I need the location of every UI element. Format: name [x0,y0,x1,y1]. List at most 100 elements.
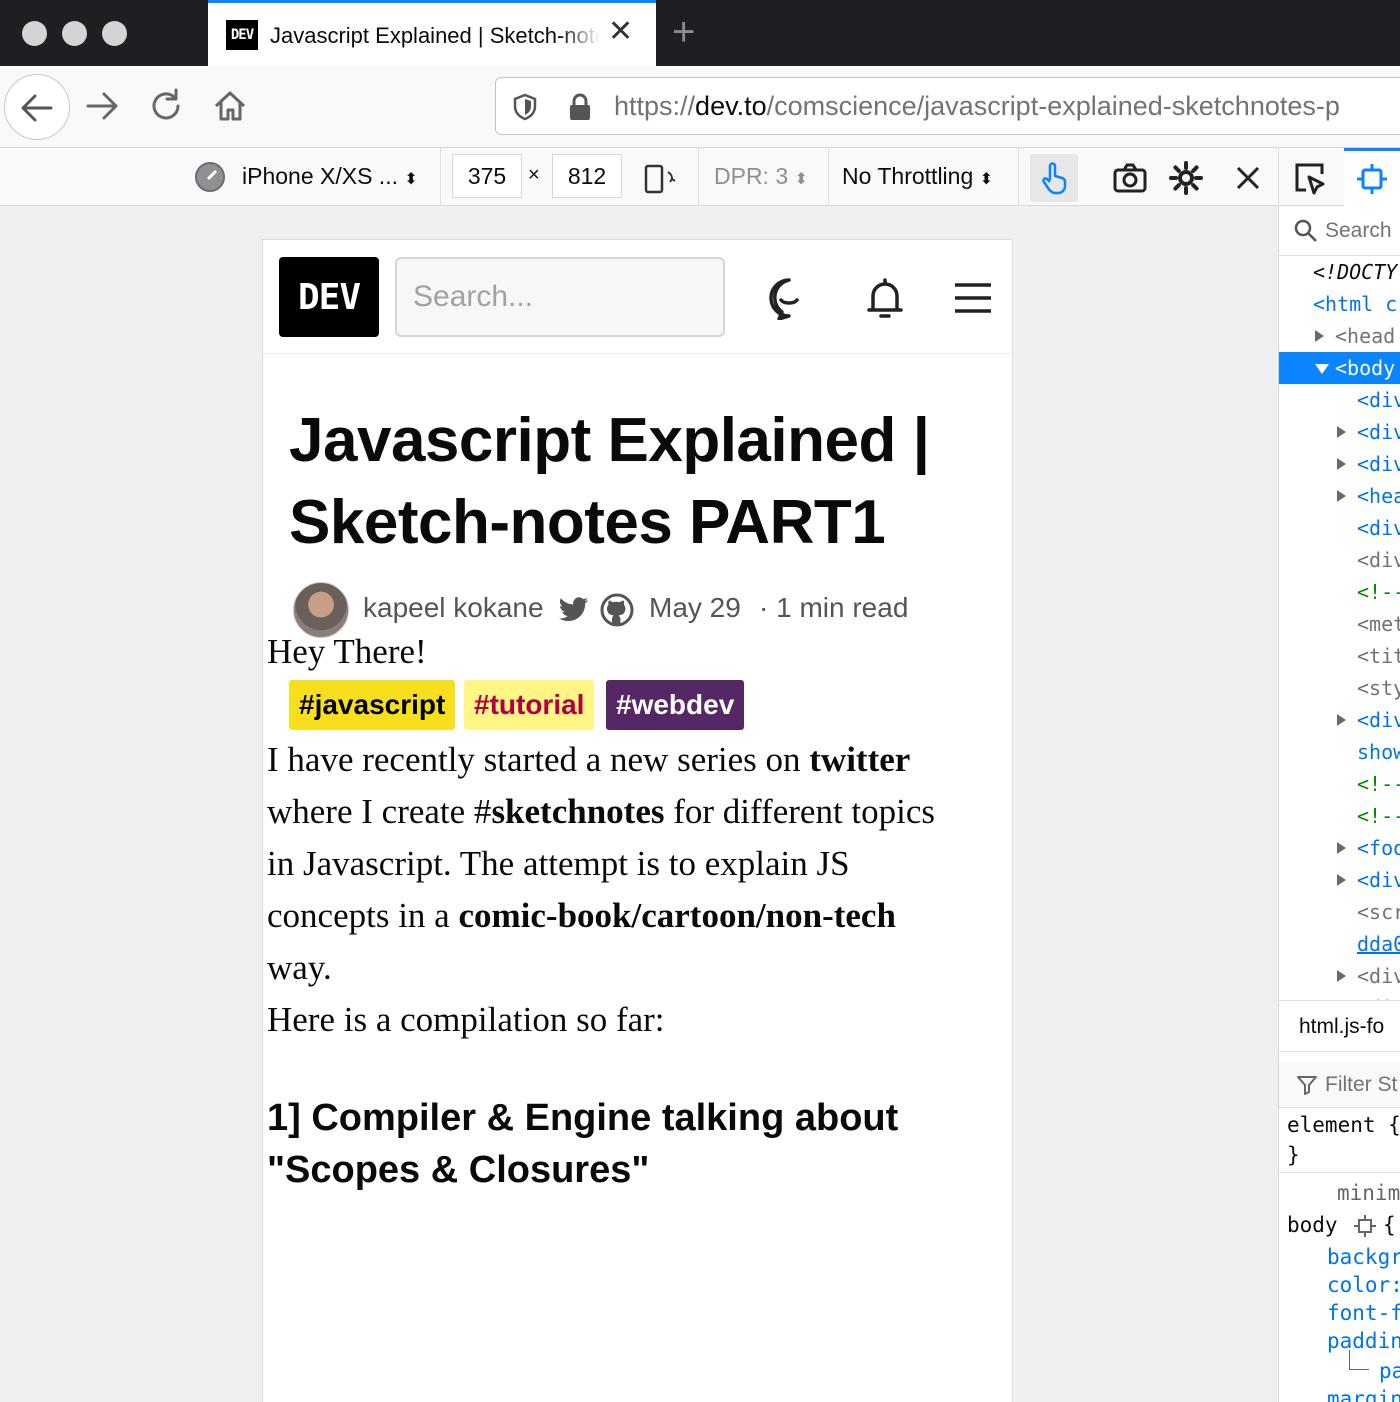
tab-close-icon[interactable]: ✕ [608,17,633,47]
throttling-value: No Throttling [842,163,974,189]
markup-node-text: <hea [1357,484,1400,508]
collapsed-triangle-icon[interactable] [1337,426,1346,438]
markup-search-box[interactable]: Search [1279,206,1400,256]
markup-node-text: <div [1357,388,1400,412]
body-rule-selector: body [1287,1213,1338,1237]
toolbar-divider [440,148,441,206]
collapsed-triangle-icon[interactable] [1337,970,1346,982]
collapsed-triangle-icon[interactable] [1337,874,1346,886]
bold-twitter: twitter [809,740,911,779]
rules-filter-box[interactable]: Filter St [1279,1062,1400,1108]
dimension-separator: × [528,164,540,186]
css-property[interactable]: margin [1327,1384,1400,1402]
collapsed-triangle-icon[interactable] [1337,842,1346,854]
compass-icon [195,162,225,192]
home-icon [214,91,246,121]
notifications-button[interactable] [861,274,909,322]
chat-bubble-icon [769,278,799,320]
url-host: dev.to [695,91,767,121]
device-selector-arrows-icon: ⬍ [404,171,418,188]
device-selector[interactable]: iPhone X/XS ... ⬍ [242,163,418,190]
browser-tab-active[interactable]: DEV Javascript Explained | Sketch-notes … [208,0,656,66]
rotate-viewport-button[interactable] [640,158,680,198]
lock-icon[interactable] [566,92,594,122]
window-zoom-button[interactable] [102,21,127,46]
expanded-triangle-icon[interactable] [1315,364,1329,374]
markup-node-text: <html c [1313,292,1398,316]
markup-node[interactable]: <body [1279,352,1400,384]
markup-node-text: <sty [1357,676,1400,700]
github-icon[interactable] [599,592,635,628]
back-button[interactable] [4,74,70,140]
rotate-device-icon [644,164,676,194]
forward-button[interactable] [82,86,122,126]
markup-node-text: <tit [1357,644,1400,668]
site-search-input[interactable] [395,257,725,337]
markup-node-text: <div [1357,708,1400,732]
markup-node-text: <!-- [1357,772,1400,796]
url-path: /comscience/javascript-explained-sketchn… [766,91,1340,121]
screenshot-button[interactable] [1110,158,1150,198]
breadcrumb: html.js-fo [1279,1000,1400,1052]
hamburger-menu-icon [955,283,991,313]
settings-button[interactable] [1166,158,1206,198]
inspector-tab[interactable] [1344,148,1400,206]
collapsed-triangle-icon[interactable] [1337,458,1346,470]
reload-button[interactable] [146,86,186,126]
new-tab-button[interactable]: + [672,12,695,52]
rule-source-link[interactable]: minim [1337,1178,1400,1208]
toolbar-divider [1278,148,1279,206]
home-button[interactable] [210,86,250,126]
breadcrumb-item[interactable]: html.js-fo [1299,1015,1384,1039]
window-close-button[interactable] [22,21,47,46]
shield-icon[interactable] [510,92,540,122]
url-bar[interactable]: https://dev.to/comscience/javascript-exp… [495,77,1400,135]
search-icon [1294,219,1317,242]
close-rdm-button[interactable] [1228,158,1268,198]
collapsed-triangle-icon[interactable] [1337,714,1346,726]
dpr-selector[interactable]: DPR: 3 ⬍ [714,163,808,190]
connect-button[interactable] [765,274,813,322]
markup-node-text: <!-- [1357,580,1400,604]
url-text: https://dev.to/comscience/javascript-exp… [614,91,1340,122]
markup-node-text: <head [1335,324,1396,348]
inspector-icon [1357,163,1387,194]
twitter-icon[interactable] [555,592,591,628]
author-name[interactable]: kapeel kokane [363,592,544,624]
dev-site-header: DEV [263,240,1012,354]
css-sub-property[interactable]: pa [1379,1356,1400,1386]
filter-placeholder: Filter St [1325,1073,1398,1096]
window-minimize-button[interactable] [62,21,87,46]
filter-icon [1297,1076,1317,1095]
collapsed-triangle-icon[interactable] [1337,490,1346,502]
dpr-arrows-icon: ⬍ [794,171,808,188]
viewport-height-input[interactable]: 812 [552,154,622,198]
responsive-design-toolbar: iPhone X/XS ... ⬍ 375 × 812 DPR: 3 ⬍ No … [0,148,1400,206]
throttling-arrows-icon: ⬍ [979,171,994,188]
css-property[interactable]: color: [1327,1270,1400,1300]
viewport-width-input[interactable]: 375 [452,154,522,198]
throttling-selector[interactable]: No Throttling ⬍ [842,163,993,190]
markup-tree: <!DOCTY <html c <head <body <div <div <div <hea… [1279,256,1400,1020]
device-name: iPhone X/XS ... [242,163,398,189]
longhand-connector [1349,1350,1369,1370]
article-title: Javascript Explained | Sketch-notes PART… [289,406,930,557]
highlight-selector-icon[interactable] [1353,1214,1377,1238]
markup-node-text: <!DOCTY [1313,260,1398,284]
devtools-inspector-panel: Search <!DOCTY<html c<head<body<div<div<… [1278,206,1400,1402]
markup-node-text: <div [1357,964,1400,988]
css-property[interactable]: font-f [1327,1298,1400,1328]
bell-icon [867,278,903,318]
article-body: Hey There! I have recently started a new… [267,626,957,1046]
rule-divider [1279,1172,1400,1173]
menu-button[interactable] [949,274,997,322]
element-picker-button[interactable] [1290,158,1330,198]
markup-node-text: <div [1357,868,1400,892]
touch-simulation-button[interactable] [1030,154,1078,202]
collapsed-triangle-icon[interactable] [1315,330,1324,342]
url-scheme: https:// [614,91,696,121]
dev-logo[interactable]: DEV [279,257,379,337]
bold-sketchnotes: sketchnotes [491,792,665,831]
css-property[interactable]: backgr [1327,1242,1400,1272]
toolbar-divider [1018,148,1019,206]
